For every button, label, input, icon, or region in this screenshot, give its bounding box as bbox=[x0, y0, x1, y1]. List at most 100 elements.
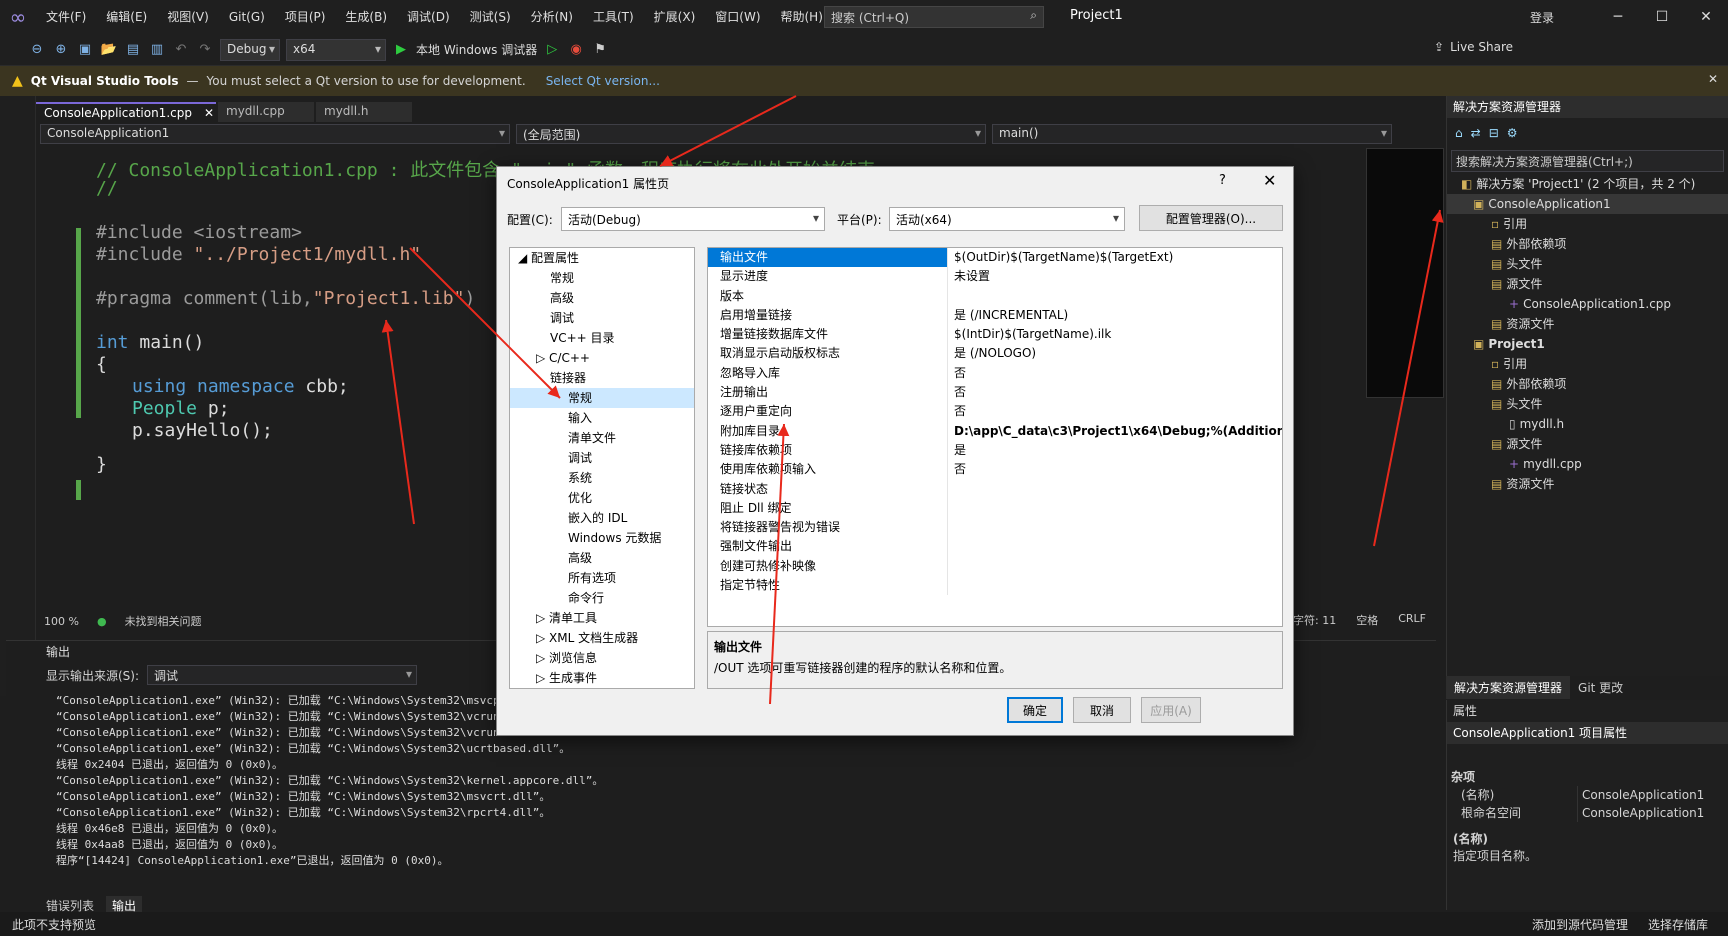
property-row[interactable]: 版本 bbox=[708, 286, 1282, 306]
member-dropdown[interactable]: main() bbox=[992, 124, 1392, 144]
menu-build[interactable]: 生成(B) bbox=[335, 0, 397, 34]
property-row[interactable]: 阻止 Dll 绑定 bbox=[708, 498, 1282, 519]
code-minimap[interactable] bbox=[1366, 148, 1444, 398]
platform-dropdown[interactable]: x64 bbox=[286, 38, 386, 61]
tree-node[interactable]: 系统 bbox=[510, 468, 694, 488]
tree-item-external-deps[interactable]: ▤ 外部依赖项 bbox=[1447, 234, 1728, 254]
property-value[interactable] bbox=[948, 537, 1282, 556]
tree-node[interactable]: 链接器 bbox=[510, 368, 694, 388]
output-source-dropdown[interactable]: 调试 bbox=[147, 665, 418, 685]
play-icon[interactable]: ▶ bbox=[392, 41, 410, 59]
property-value[interactable]: 否 bbox=[948, 402, 1282, 421]
open-folder-icon[interactable]: 📂 bbox=[100, 41, 118, 59]
tab-git-changes[interactable]: Git 更改 bbox=[1570, 676, 1631, 699]
add-source-control-button[interactable]: 添加到源代码管理 bbox=[1532, 916, 1628, 933]
tab-close-icon[interactable]: ✕ bbox=[204, 106, 214, 120]
close-icon[interactable]: ✕ bbox=[1684, 9, 1728, 25]
tree-item-resource-files[interactable]: ▤ 资源文件 bbox=[1447, 314, 1728, 334]
forward-icon[interactable]: ⊕ bbox=[52, 41, 70, 59]
tree-item-source-files[interactable]: ▤ 源文件 bbox=[1447, 434, 1728, 454]
tree-node[interactable]: 嵌入的 IDL bbox=[510, 508, 694, 528]
tree-node-linker-general[interactable]: 常规 bbox=[510, 388, 694, 408]
tree-node[interactable]: ▷ XML 文档生成器 bbox=[510, 628, 694, 648]
property-row[interactable]: 增量链接数据库文件 $(IntDir)$(TargetName).ilk bbox=[708, 325, 1282, 345]
property-value[interactable]: 未设置 bbox=[948, 267, 1282, 286]
sync-icon[interactable]: ⇄ bbox=[1471, 126, 1481, 140]
new-project-icon[interactable]: ▣ bbox=[76, 41, 94, 59]
tree-node[interactable]: ▷ C/C++ bbox=[510, 348, 694, 368]
apply-button[interactable]: 应用(A) bbox=[1141, 697, 1201, 723]
tree-item-source-files[interactable]: ▤ 源文件 bbox=[1447, 274, 1728, 294]
property-row[interactable]: 附加库目录 D:\app\C_data\c3\Project1\x64\Debug… bbox=[708, 421, 1282, 441]
tree-node[interactable]: 高级 bbox=[510, 288, 694, 308]
minimize-icon[interactable]: ─ bbox=[1596, 9, 1640, 25]
property-value[interactable] bbox=[948, 557, 1282, 576]
property-row[interactable]: 逐用户重定向否 bbox=[708, 402, 1282, 422]
property-row[interactable]: 指定节特性 bbox=[708, 576, 1282, 596]
property-value[interactable]: $(IntDir)$(TargetName).ilk bbox=[948, 325, 1282, 344]
search-input[interactable]: 搜索 (Ctrl+Q) ⌕ bbox=[824, 6, 1044, 28]
live-share-button[interactable]: ⇪ Live Share bbox=[1434, 40, 1513, 54]
tree-node[interactable]: 所有选项 bbox=[510, 568, 694, 588]
tree-item-solution[interactable]: ◧ 解决方案 'Project1' (2 个项目，共 2 个) bbox=[1447, 174, 1728, 194]
property-value[interactable]: 否 bbox=[948, 383, 1282, 402]
property-row[interactable]: 显示进度 未设置 bbox=[708, 267, 1282, 287]
cancel-button[interactable]: 取消 bbox=[1073, 697, 1131, 723]
tree-node[interactable]: ◢ 配置属性 bbox=[510, 248, 694, 268]
tree-item-header-files[interactable]: ▤ 头文件 bbox=[1447, 394, 1728, 414]
save-all-icon[interactable]: ▥ bbox=[148, 41, 166, 59]
tree-item-references[interactable]: ▫ 引用 bbox=[1447, 214, 1728, 234]
redo-icon[interactable]: ↷ bbox=[196, 41, 214, 59]
tree-item-mydll-cpp[interactable]: + mydll.cpp bbox=[1447, 454, 1728, 474]
property-value[interactable]: $(OutDir)$(TargetName)$(TargetExt) bbox=[948, 248, 1282, 267]
tree-node[interactable]: 输入 bbox=[510, 408, 694, 428]
menu-file[interactable]: 文件(F) bbox=[36, 0, 96, 34]
tree-item-project-project1[interactable]: ▣ Project1 bbox=[1447, 334, 1728, 354]
line-ending[interactable]: CRLF bbox=[1398, 612, 1426, 628]
tab-mydll-h[interactable]: mydll.h bbox=[316, 102, 412, 122]
bookmark-icon[interactable]: ⚑ bbox=[591, 41, 609, 59]
property-value[interactable]: 否 bbox=[948, 364, 1282, 383]
platform-select[interactable]: 活动(x64) bbox=[889, 207, 1125, 231]
properties-category[interactable]: 杂项 bbox=[1447, 768, 1728, 786]
run-debugger-button[interactable]: 本地 Windows 调试器 bbox=[416, 41, 537, 58]
menu-git[interactable]: Git(G) bbox=[219, 0, 275, 34]
save-icon[interactable]: ▤ bbox=[124, 41, 142, 59]
property-row[interactable]: 链接库依赖项是 bbox=[708, 440, 1282, 461]
tree-node[interactable]: 常规 bbox=[510, 268, 694, 288]
dialog-close-button[interactable]: ✕ bbox=[1263, 171, 1276, 190]
property-row[interactable]: 启用增量链接是 (/INCREMENTAL) bbox=[708, 305, 1282, 326]
property-value[interactable]: 是 (/INCREMENTAL) bbox=[948, 306, 1282, 325]
tree-item-external-deps[interactable]: ▤ 外部依赖项 bbox=[1447, 374, 1728, 394]
property-row[interactable]: 忽略导入库否 bbox=[708, 363, 1282, 384]
tree-node[interactable]: VC++ 目录 bbox=[510, 328, 694, 348]
info-bar-close-icon[interactable]: ✕ bbox=[1708, 72, 1718, 86]
property-value[interactable] bbox=[948, 287, 1282, 306]
configuration-manager-button[interactable]: 配置管理器(O)... bbox=[1139, 205, 1283, 231]
property-value[interactable] bbox=[948, 480, 1282, 499]
help-button[interactable]: ? bbox=[1219, 173, 1226, 188]
zoom-level[interactable]: 100 % bbox=[44, 615, 79, 628]
tree-node[interactable]: Windows 元数据 bbox=[510, 528, 694, 548]
property-row[interactable]: 注册输出否 bbox=[708, 383, 1282, 403]
undo-icon[interactable]: ↶ bbox=[172, 41, 190, 59]
project-dropdown[interactable]: ConsoleApplication1 bbox=[40, 124, 510, 144]
home-icon[interactable]: ⌂ bbox=[1455, 126, 1463, 140]
property-row[interactable]: 取消显示启动版权标志是 (/NOLOGO) bbox=[708, 344, 1282, 364]
back-icon[interactable]: ⊖ bbox=[28, 41, 46, 59]
config-dropdown[interactable]: Debug bbox=[220, 38, 280, 61]
menu-analyze[interactable]: 分析(N) bbox=[521, 0, 583, 34]
tree-item-references[interactable]: ▫ 引用 bbox=[1447, 354, 1728, 374]
login-link[interactable]: 登录 bbox=[1530, 9, 1554, 26]
property-row[interactable]: (名称) ConsoleApplication1 bbox=[1447, 786, 1728, 804]
property-row[interactable]: 创建可热修补映像 bbox=[708, 556, 1282, 577]
tree-item-consoleapplication1-cpp[interactable]: + ConsoleApplication1.cpp bbox=[1447, 294, 1728, 314]
property-row[interactable]: 使用库依赖项输入否 bbox=[708, 460, 1282, 480]
solution-search-input[interactable]: 搜索解决方案资源管理器(Ctrl+;) bbox=[1451, 150, 1724, 172]
issues-status[interactable]: 未找到相关问题 bbox=[125, 613, 202, 629]
menu-extensions[interactable]: 扩展(X) bbox=[644, 0, 706, 34]
property-row[interactable]: 将链接器警告视为错误 bbox=[708, 518, 1282, 538]
property-row[interactable]: 根命名空间 ConsoleApplication1 bbox=[1447, 804, 1728, 822]
hot-reload-icon[interactable]: ◉ bbox=[567, 41, 585, 59]
tree-node[interactable]: ▷ 生成事件 bbox=[510, 668, 694, 688]
